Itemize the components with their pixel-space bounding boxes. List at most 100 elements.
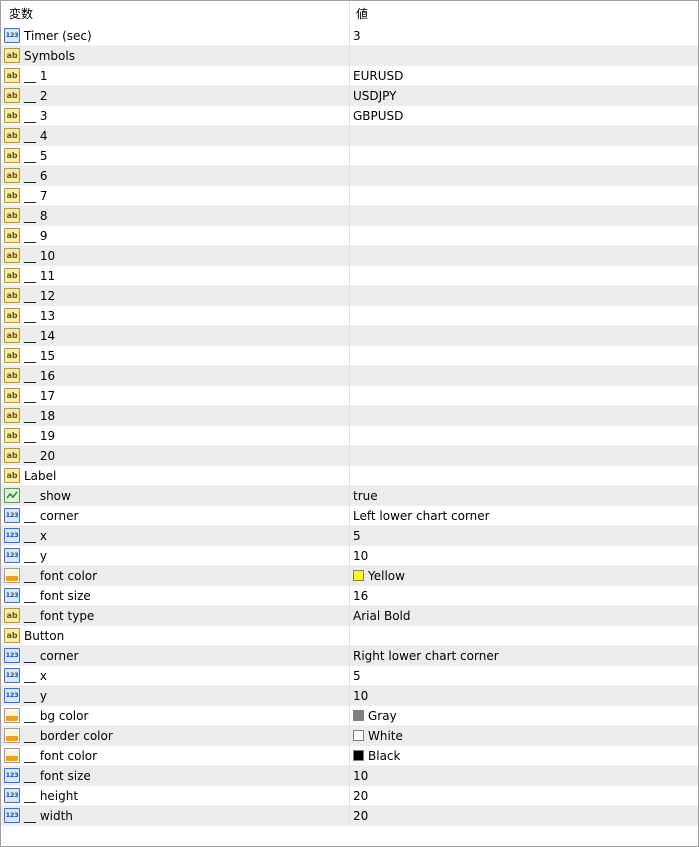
parameter-value[interactable]: Gray [353,706,397,726]
parameter-row[interactable]: ab __ 15 [1,346,698,366]
color-swatch [353,730,364,741]
parameter-name: Button [24,629,65,643]
parameter-row[interactable]: __ show true [1,486,698,506]
column-header-value[interactable]: 値 [356,7,368,21]
number-icon: 123 [4,588,20,603]
parameter-row[interactable]: __ bg color Gray [1,706,698,726]
parameter-row[interactable]: 123 __ corner Left lower chart corner [1,506,698,526]
parameter-name: __ 12 [24,289,56,303]
boolean-icon [4,488,20,503]
parameter-row[interactable]: ab __ 20 [1,446,698,466]
parameter-name: __ 10 [24,249,56,263]
parameter-value[interactable]: 10 [353,686,368,706]
string-icon: ab [4,268,20,283]
parameter-row[interactable]: ab __ font type Arial Bold [1,606,698,626]
parameter-value[interactable]: Black [353,746,400,766]
column-separator [349,26,350,46]
parameter-value[interactable]: 10 [353,766,368,786]
string-icon: ab [4,408,20,423]
parameter-row[interactable]: ab __ 6 [1,166,698,186]
parameter-value[interactable]: Left lower chart corner [353,506,490,526]
string-icon: ab [4,188,20,203]
column-separator [349,346,350,366]
parameter-value[interactable]: GBPUSD [353,106,403,126]
parameter-value[interactable]: Right lower chart corner [353,646,499,666]
parameter-row[interactable]: __ font color Black [1,746,698,766]
parameter-row[interactable]: 123 __ x 5 [1,526,698,546]
parameter-value[interactable]: true [353,486,378,506]
column-separator [349,746,350,766]
parameter-name: __ 16 [24,369,56,383]
number-icon: 123 [4,668,20,683]
column-divider[interactable] [349,1,350,26]
parameter-value[interactable]: 20 [353,786,368,806]
parameter-row[interactable]: 123 __ corner Right lower chart corner [1,646,698,666]
parameter-row[interactable]: ab __ 19 [1,426,698,446]
color-icon [4,728,20,743]
string-icon: ab [4,348,20,363]
parameter-row[interactable]: ab __ 7 [1,186,698,206]
parameter-name: __ corner [24,649,79,663]
parameter-row[interactable]: ab __ 14 [1,326,698,346]
parameter-value[interactable]: USDJPY [353,86,396,106]
parameter-value[interactable]: 5 [353,526,361,546]
parameter-value[interactable]: 16 [353,586,368,606]
column-header-variable[interactable]: 変数 [9,7,33,21]
parameter-row[interactable]: 123 __ font size 10 [1,766,698,786]
parameter-value[interactable]: Yellow [353,566,405,586]
parameter-row[interactable]: ab __ 2 USDJPY [1,86,698,106]
parameter-row[interactable]: ab __ 8 [1,206,698,226]
parameter-value[interactable]: 10 [353,546,368,566]
column-separator [349,606,350,626]
parameter-row[interactable]: ab __ 11 [1,266,698,286]
parameter-row[interactable]: ab Button [1,626,698,646]
parameter-row[interactable]: ab __ 18 [1,406,698,426]
parameter-row[interactable]: 123 __ x 5 [1,666,698,686]
parameter-value[interactable]: 20 [353,806,368,826]
parameter-value[interactable]: 5 [353,666,361,686]
parameter-row[interactable]: ab __ 1 EURUSD [1,66,698,86]
column-separator [349,226,350,246]
column-separator [349,166,350,186]
parameter-row[interactable]: ab __ 3 GBPUSD [1,106,698,126]
parameter-row[interactable]: ab __ 10 [1,246,698,266]
column-separator [349,186,350,206]
parameter-row[interactable]: ab __ 12 [1,286,698,306]
color-swatch [353,750,364,761]
parameter-name: __ 20 [24,449,56,463]
color-swatch [353,710,364,721]
parameter-value[interactable]: Arial Bold [353,606,411,626]
parameter-name: __ border color [24,729,113,743]
parameter-row[interactable]: ab __ 17 [1,386,698,406]
color-swatch [353,570,364,581]
parameter-name: __ x [24,669,47,683]
parameter-row[interactable]: __ font color Yellow [1,566,698,586]
parameter-row[interactable]: ab __ 5 [1,146,698,166]
parameter-value[interactable]: 3 [353,26,361,46]
parameter-name: __ 13 [24,309,56,323]
parameter-row[interactable]: 123 __ y 10 [1,686,698,706]
column-separator [349,246,350,266]
parameter-row[interactable]: ab Symbols [1,46,698,66]
parameter-row[interactable]: ab Label [1,466,698,486]
column-separator [349,386,350,406]
number-icon: 123 [4,808,20,823]
parameter-row[interactable]: 123 __ y 10 [1,546,698,566]
parameter-row[interactable]: ab __ 16 [1,366,698,386]
column-separator [349,366,350,386]
parameter-row[interactable]: 123 __ height 20 [1,786,698,806]
string-icon: ab [4,428,20,443]
parameter-value[interactable]: White [353,726,403,746]
string-icon: ab [4,108,20,123]
parameter-value[interactable]: EURUSD [353,66,403,86]
parameter-row[interactable]: ab __ 9 [1,226,698,246]
parameter-row[interactable]: 123 __ width 20 [1,806,698,826]
column-separator [349,586,350,606]
parameter-row[interactable]: __ border color White [1,726,698,746]
parameter-row[interactable]: 123 __ font size 16 [1,586,698,606]
parameter-row[interactable]: 123 Timer (sec) 3 [1,26,698,46]
string-icon: ab [4,148,20,163]
parameter-row[interactable]: ab __ 13 [1,306,698,326]
parameter-row[interactable]: ab __ 4 [1,126,698,146]
parameter-name: __ font color [24,749,98,763]
